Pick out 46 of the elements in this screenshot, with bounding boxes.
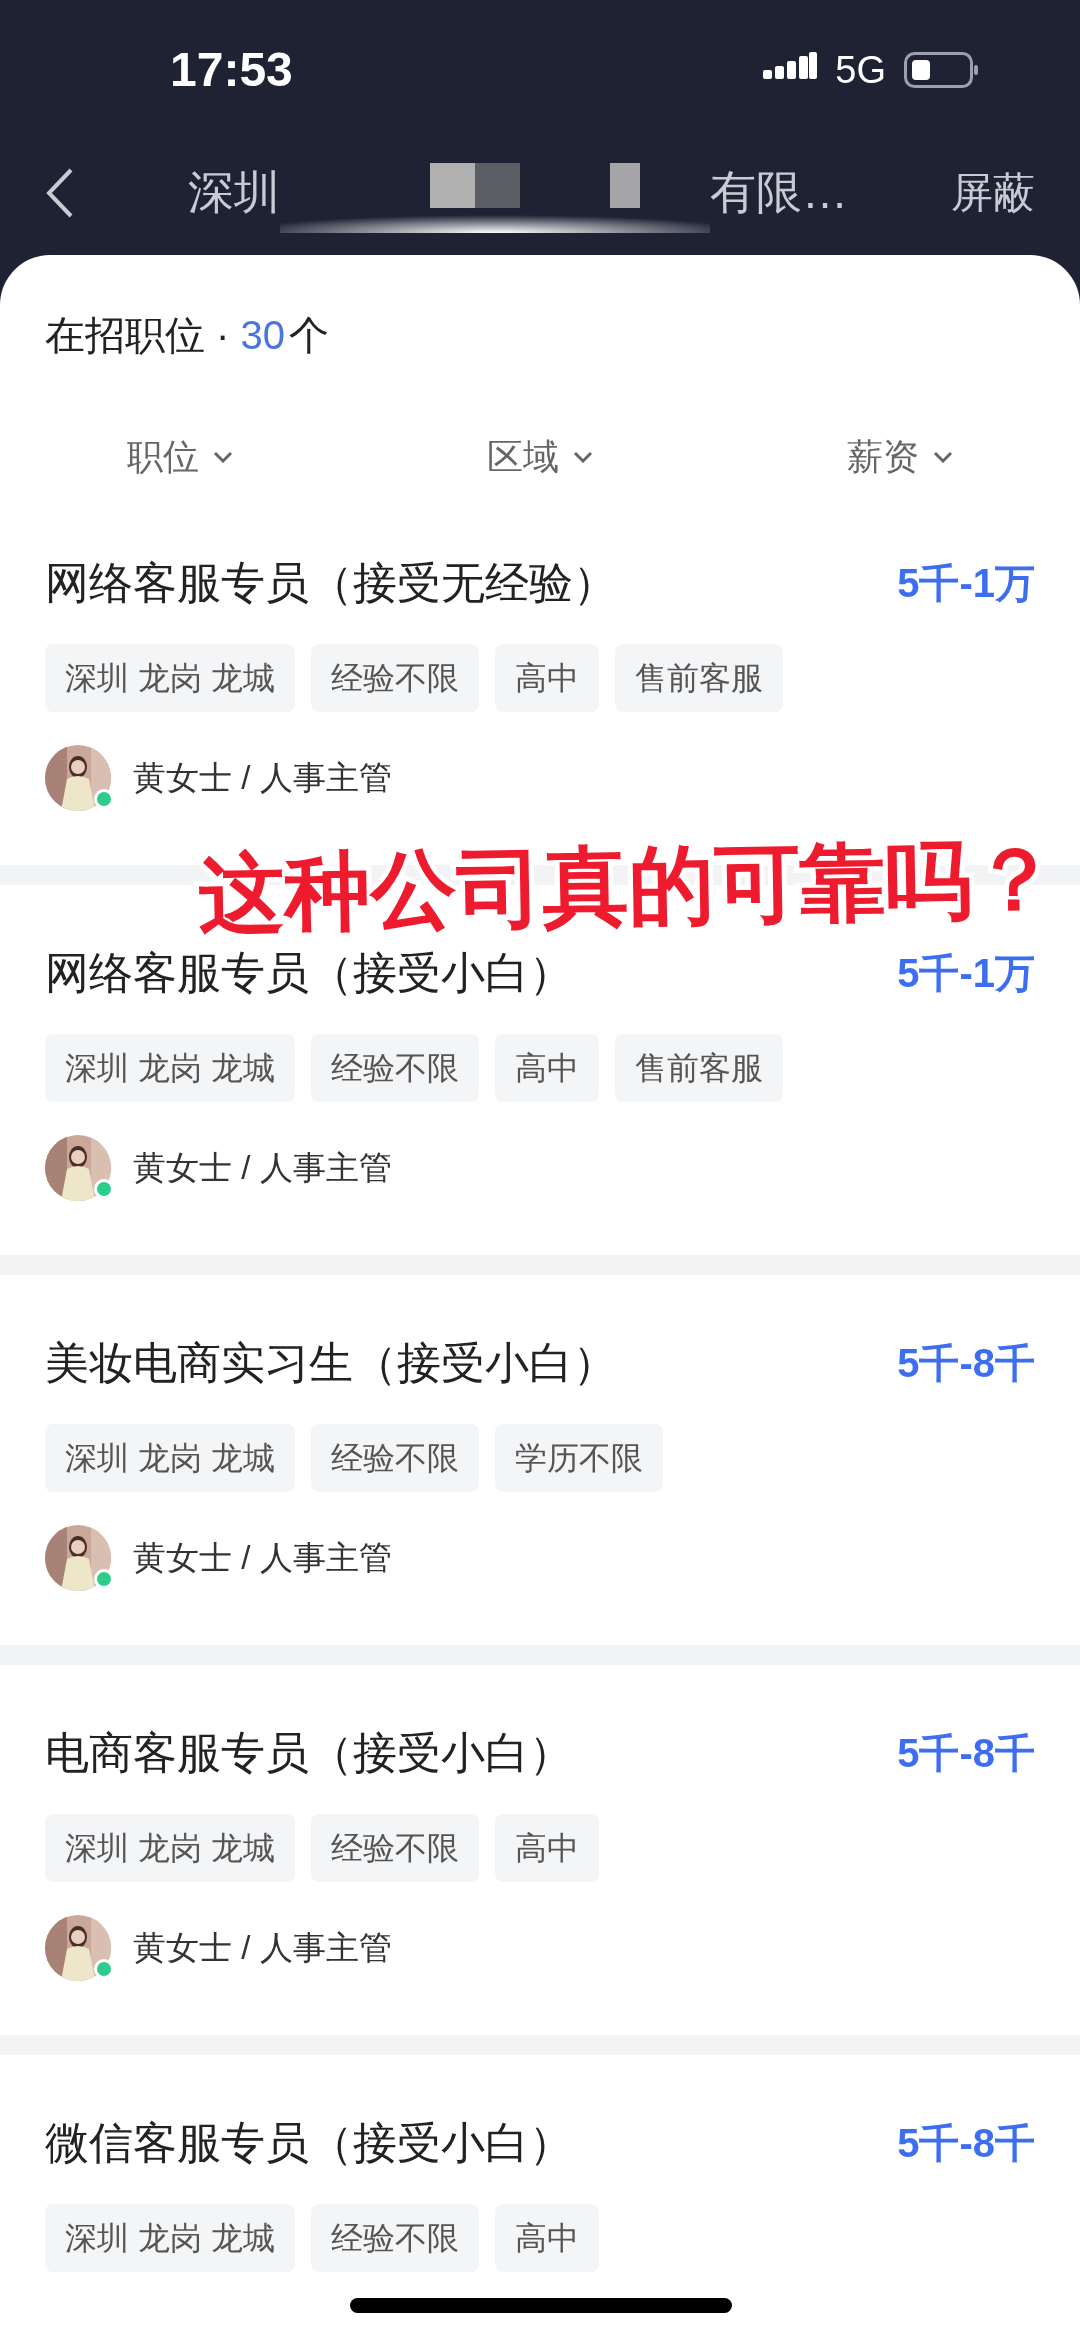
job-tag: 学历不限: [494, 1424, 663, 1492]
salary: 5千-8千: [897, 1730, 1035, 1777]
network-label: 5G: [835, 47, 886, 93]
job-title: 微信客服专员（接受小白）: [45, 2117, 573, 2169]
salary: 5千-1万: [897, 560, 1035, 607]
recruiter-info: 黄女士 / 人事主管: [133, 758, 392, 799]
block-button[interactable]: 屏蔽: [951, 161, 1035, 224]
salary: 5千-8千: [897, 1340, 1035, 1387]
job-tag: 售前客服: [614, 1034, 783, 1102]
job-title: 网络客服专员（接受小白）: [45, 947, 573, 999]
job-tag: 深圳 龙岗 龙城: [45, 1424, 295, 1492]
battery-icon: [904, 52, 980, 88]
filter-dropdown[interactable]: 职位: [127, 435, 233, 479]
job-tag: 高中: [494, 644, 599, 712]
job-tag: 深圳 龙岗 龙城: [45, 644, 295, 712]
summary-label: 在招职位 ·: [45, 312, 231, 359]
recruiter-info: 黄女士 / 人事主管: [133, 1928, 392, 1969]
chevron-down-icon: [933, 451, 953, 463]
filter-dropdown[interactable]: 区域: [487, 435, 593, 479]
job-title: 美妆电商实习生（接受小白）: [45, 1337, 617, 1389]
salary: 5千-1万: [897, 950, 1035, 997]
job-tag: 深圳 龙岗 龙城: [45, 1814, 295, 1882]
recruiter-info: 黄女士 / 人事主管: [133, 1148, 392, 1189]
company-title: 有限…: [710, 165, 848, 220]
job-tag: 高中: [494, 1814, 599, 1882]
job-tag: 经验不限: [310, 2204, 479, 2272]
job-tag: 深圳 龙岗 龙城: [45, 2204, 295, 2272]
company-title: 深圳: [188, 165, 280, 220]
clock-time: 17:53: [170, 42, 293, 98]
salary: 5千-8千: [897, 2120, 1035, 2167]
count-unit: 个: [289, 312, 330, 359]
job-tag: 高中: [494, 2204, 599, 2272]
job-tag: 高中: [494, 1034, 599, 1102]
job-tag: 售前客服: [614, 644, 783, 712]
job-title: 网络客服专员（接受无经验）: [45, 557, 617, 609]
chevron-down-icon: [573, 451, 593, 463]
job-title: 电商客服专员（接受小白）: [45, 1727, 573, 1779]
job-tag: 深圳 龙岗 龙城: [45, 1034, 295, 1102]
job-tag: 经验不限: [310, 1814, 479, 1882]
filter-dropdown[interactable]: 薪资: [847, 435, 953, 479]
recruiter-info: 黄女士 / 人事主管: [133, 1538, 392, 1579]
job-tag: 经验不限: [310, 1424, 479, 1492]
job-tag: 经验不限: [310, 644, 479, 712]
job-count: 30: [240, 312, 286, 359]
job-tag: 经验不限: [310, 1034, 479, 1102]
chevron-down-icon: [213, 451, 233, 463]
